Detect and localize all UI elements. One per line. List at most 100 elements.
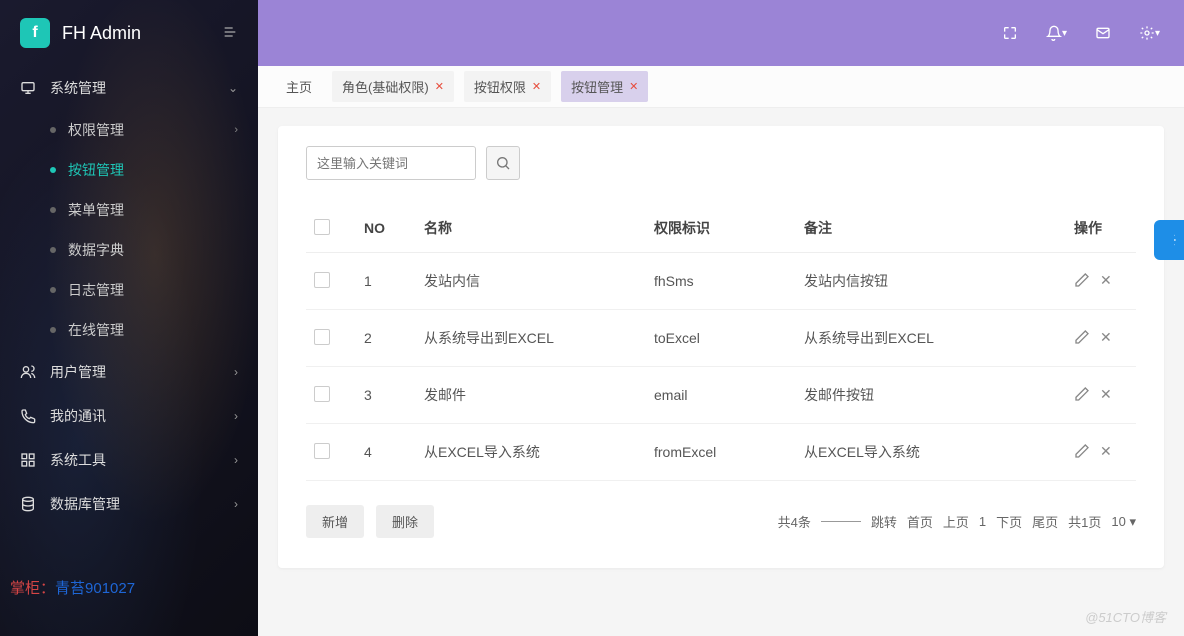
data-table: NO 名称 权限标识 备注 操作 1发站内信fhSms发站内信按钮✕2从系统导出…: [306, 204, 1136, 481]
row-checkbox[interactable]: [314, 443, 330, 459]
monitor-icon: [20, 80, 38, 96]
page-size[interactable]: 10 ▾: [1111, 514, 1136, 530]
nav-label: 系统工具: [50, 450, 234, 470]
nav-label: 我的通讯: [50, 406, 234, 426]
dot-icon: [50, 327, 56, 333]
edit-icon[interactable]: [1074, 386, 1090, 405]
nav-group-0[interactable]: 系统管理⌄: [0, 66, 258, 110]
nav-label: 用户管理: [50, 362, 234, 382]
page-count: 共1页: [1068, 512, 1101, 531]
nav-group-2[interactable]: 我的通讯›: [0, 394, 258, 438]
col-perm: 权限标识: [646, 204, 796, 253]
table-row: 2从系统导出到EXCELtoExcel从系统导出到EXCEL✕: [306, 310, 1136, 367]
chevron-down-icon: ⌄: [228, 81, 238, 95]
nav-sub-label: 数据字典: [68, 240, 124, 260]
nav-sub-item-3[interactable]: 数据字典: [34, 230, 258, 270]
phone-icon: [20, 408, 38, 424]
col-name: 名称: [416, 204, 646, 253]
cell-perm: fromExcel: [646, 424, 796, 481]
chevron-right-icon: ›: [234, 365, 238, 379]
dot-icon: [50, 247, 56, 253]
first-page[interactable]: 首页: [907, 512, 933, 531]
app-name: FH Admin: [62, 23, 222, 44]
tab-label: 按钮管理: [571, 77, 623, 96]
edit-icon[interactable]: [1074, 272, 1090, 291]
dot-icon: [50, 207, 56, 213]
cell-perm: fhSms: [646, 253, 796, 310]
chevron-right-icon: ›: [234, 124, 238, 136]
edit-icon[interactable]: [1074, 329, 1090, 348]
delete-button[interactable]: 删除: [376, 505, 434, 538]
row-checkbox[interactable]: [314, 386, 330, 402]
tab-0[interactable]: 主页: [276, 71, 322, 102]
next-page[interactable]: 下页: [996, 512, 1022, 531]
nav-sub-item-0[interactable]: 权限管理 ›: [34, 110, 258, 150]
last-page[interactable]: 尾页: [1032, 512, 1058, 531]
dot-icon: [50, 287, 56, 293]
table-row: 1发站内信fhSms发站内信按钮✕: [306, 253, 1136, 310]
tab-1[interactable]: 角色(基础权限) ✕: [332, 71, 454, 102]
close-icon[interactable]: ✕: [629, 80, 638, 93]
chevron-right-icon: ›: [234, 497, 238, 511]
delete-icon[interactable]: ✕: [1100, 329, 1112, 348]
nav-group-3[interactable]: 系统工具›: [0, 438, 258, 482]
row-checkbox[interactable]: [314, 329, 330, 345]
nav-sub-label: 权限管理: [68, 120, 124, 140]
pagination: 共4条 跳转 首页 上页 1 下页 尾页 共1页 10 ▾: [778, 512, 1136, 531]
content-area: NO 名称 权限标识 备注 操作 1发站内信fhSms发站内信按钮✕2从系统导出…: [258, 108, 1184, 636]
fullscreen-icon[interactable]: [1002, 25, 1018, 41]
grid-icon: [20, 452, 38, 468]
tab-2[interactable]: 按钮权限 ✕: [464, 71, 551, 102]
nav-sub-label: 日志管理: [68, 280, 124, 300]
sidebar-footer: 掌柜：青苔901027: [10, 577, 135, 598]
cell-no: 3: [356, 367, 416, 424]
cell-no: 2: [356, 310, 416, 367]
nav-sub-item-5[interactable]: 在线管理: [34, 310, 258, 350]
nav-sub-label: 菜单管理: [68, 200, 124, 220]
sidebar-collapse-icon[interactable]: [222, 24, 238, 43]
row-checkbox[interactable]: [314, 272, 330, 288]
nav-label: 数据库管理: [50, 494, 234, 514]
bell-icon[interactable]: ▾: [1046, 25, 1067, 41]
search-input[interactable]: [306, 146, 476, 180]
search-button[interactable]: [486, 146, 520, 180]
close-icon[interactable]: ✕: [532, 80, 541, 93]
cell-name: 发邮件: [416, 367, 646, 424]
delete-icon[interactable]: ✕: [1100, 272, 1112, 291]
database-icon: [20, 496, 38, 512]
jump-input-line[interactable]: [821, 521, 861, 522]
edit-icon[interactable]: [1074, 443, 1090, 462]
tab-label: 角色(基础权限): [342, 77, 429, 96]
cell-no: 4: [356, 424, 416, 481]
nav-sub-label: 在线管理: [68, 320, 124, 340]
delete-icon[interactable]: ✕: [1100, 443, 1112, 462]
tab-label: 按钮权限: [474, 77, 526, 96]
tab-strip: 主页 角色(基础权限) ✕ 按钮权限 ✕ 按钮管理 ✕: [258, 66, 1184, 108]
nav-sub-item-4[interactable]: 日志管理: [34, 270, 258, 310]
nav-sub-item-1[interactable]: 按钮管理: [34, 150, 258, 190]
close-icon[interactable]: ✕: [435, 80, 444, 93]
add-button[interactable]: 新增: [306, 505, 364, 538]
chevron-right-icon: ›: [234, 409, 238, 423]
checkbox-all[interactable]: [314, 219, 330, 235]
dot-icon: [50, 167, 56, 173]
settings-icon[interactable]: ▾: [1139, 25, 1160, 41]
delete-icon[interactable]: ✕: [1100, 386, 1112, 405]
jump-label[interactable]: 跳转: [871, 512, 897, 531]
sidebar: f FH Admin 系统管理⌄ 权限管理 › 按钮管理菜单管理数据字典日志管理在线管…: [0, 0, 258, 636]
cell-perm: toExcel: [646, 310, 796, 367]
nav-sub-item-2[interactable]: 菜单管理: [34, 190, 258, 230]
logo-badge: f: [20, 18, 50, 48]
table-row: 3发邮件email发邮件按钮✕: [306, 367, 1136, 424]
col-no: NO: [356, 204, 416, 253]
tab-3[interactable]: 按钮管理 ✕: [561, 71, 648, 102]
nav-group-1[interactable]: 用户管理›: [0, 350, 258, 394]
current-page: 1: [979, 514, 986, 529]
nav-group-4[interactable]: 数据库管理›: [0, 482, 258, 526]
mail-icon[interactable]: [1095, 25, 1111, 41]
total-count: 共4条: [778, 512, 811, 531]
chevron-right-icon: ›: [234, 453, 238, 467]
nav-sub-label: 按钮管理: [68, 160, 124, 180]
theme-gear-tab[interactable]: [1154, 220, 1184, 260]
prev-page[interactable]: 上页: [943, 512, 969, 531]
